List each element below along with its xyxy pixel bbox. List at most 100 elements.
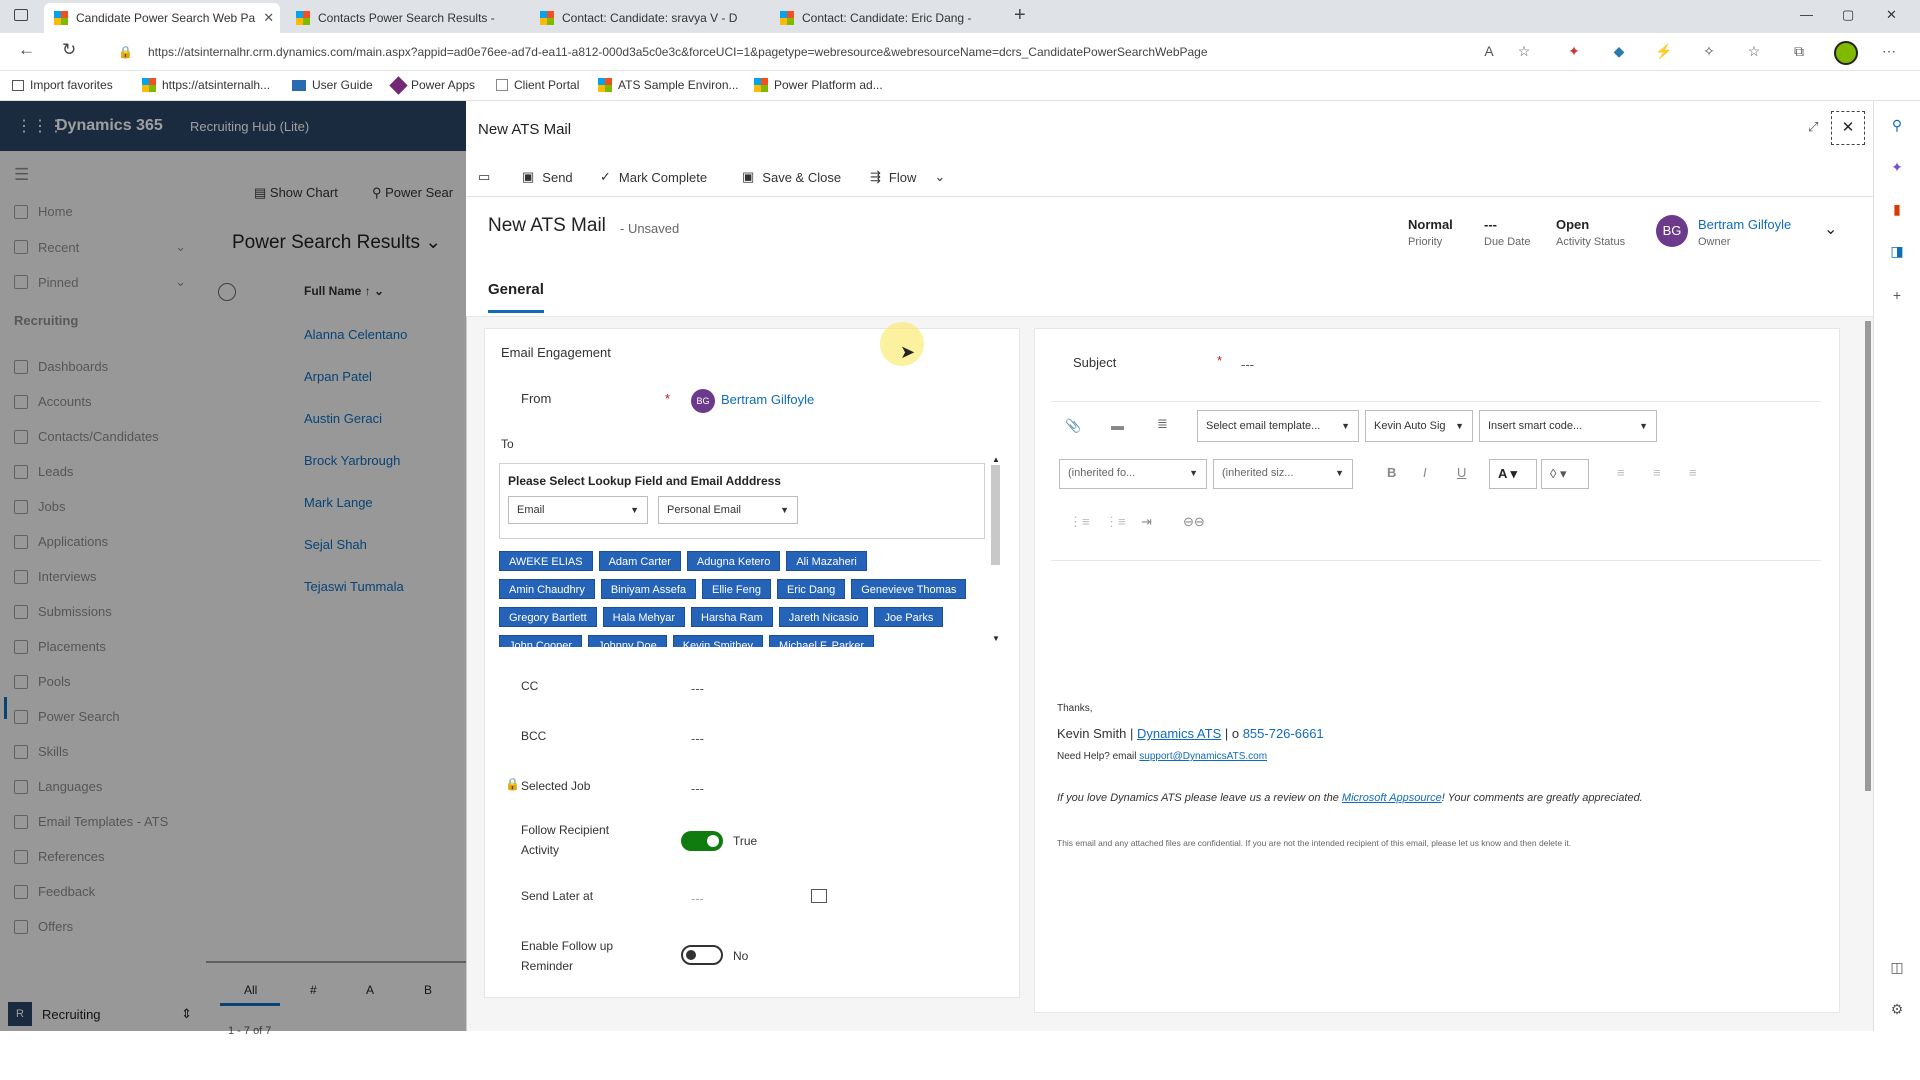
align-right-icon[interactable]: ≡ — [1689, 465, 1697, 480]
favorite-power-platform[interactable]: Power Platform ad... — [754, 78, 883, 92]
lookup-email-select[interactable]: Personal Email — [658, 496, 798, 524]
scroll-down-icon[interactable]: ▼ — [992, 634, 1000, 643]
outlook-icon[interactable]: ◨ — [1888, 243, 1906, 261]
tab-actions-icon[interactable] — [14, 9, 28, 21]
open-in-new-window-icon[interactable]: ⤢ — [1808, 119, 1818, 135]
highlight-color-button[interactable]: ◊ ▾ — [1541, 459, 1589, 489]
font-color-button[interactable]: A ▾ — [1489, 459, 1537, 489]
numbered-list-icon[interactable]: ⋮≡ — [1105, 514, 1126, 530]
recipient-chip[interactable]: Adam Carter — [598, 551, 681, 571]
recipient-chip[interactable]: Michael F. Parker — [769, 635, 875, 647]
follow-recipient-toggle[interactable] — [681, 831, 723, 851]
mark-complete-button[interactable]: ✓ Mark Complete — [600, 169, 707, 185]
smart-code-select[interactable]: Insert smart code... — [1479, 410, 1657, 442]
enable-follow-up-toggle[interactable] — [681, 945, 723, 965]
font-size-select[interactable]: (inherited siz... — [1213, 459, 1353, 489]
office-icon[interactable]: ▮ — [1888, 201, 1906, 219]
copilot-icon[interactable]: ✦ — [1888, 159, 1906, 177]
recipient-chip[interactable]: Harsha Ram — [691, 607, 773, 627]
extension-bolt-icon[interactable]: ⚡ — [1655, 43, 1673, 61]
collections-icon[interactable]: ⧉ — [1790, 43, 1808, 61]
refresh-icon[interactable]: ↻ — [62, 40, 76, 60]
sidebar-toggle-icon[interactable]: ◫ — [1888, 959, 1906, 977]
send-later-value[interactable]: --- — [691, 891, 704, 906]
email-template-select[interactable]: Select email template... — [1197, 410, 1359, 442]
italic-button[interactable]: I — [1423, 465, 1427, 480]
align-center-icon[interactable]: ≡ — [1653, 465, 1661, 480]
email-body[interactable]: Thanks, Kevin Smith | Dynamics ATS | o 8… — [1057, 703, 1817, 848]
recipient-chip[interactable]: Ellie Feng — [702, 579, 771, 599]
recipient-chip[interactable]: Gregory Bartlett — [499, 607, 597, 627]
to-scrollbar[interactable] — [991, 465, 1000, 565]
tab-candidate-power-search[interactable]: Candidate Power Search Web Pa ✕ — [44, 3, 280, 33]
bold-button[interactable]: B — [1387, 465, 1396, 480]
link-icon[interactable]: ⊖⊖ — [1183, 514, 1205, 530]
recipient-chip[interactable]: AWEKE ELIAS — [499, 551, 593, 571]
favorite-user-guide[interactable]: User Guide — [292, 78, 373, 92]
underline-button[interactable]: U — [1457, 465, 1466, 480]
recipient-chip[interactable]: John Cooper — [499, 635, 582, 647]
signature-select[interactable]: Kevin Auto Sig — [1365, 410, 1473, 442]
new-tab-button[interactable]: + — [1014, 4, 1026, 27]
favorite-import[interactable]: Import favorites — [12, 78, 113, 92]
restore-button[interactable]: ▢ — [1842, 7, 1854, 23]
font-family-select[interactable]: (inherited fo... — [1059, 459, 1207, 489]
database-icon[interactable]: ≣ — [1157, 416, 1168, 432]
briefcase-icon[interactable]: ▬ — [1111, 418, 1124, 433]
search-icon[interactable]: ⚲ — [1888, 117, 1906, 135]
recipient-chip[interactable]: Jareth Nicasio — [778, 607, 869, 627]
send-button[interactable]: ▣ Send — [522, 169, 573, 185]
recipient-chip[interactable]: Adugna Ketero — [686, 551, 781, 571]
close-panel-button[interactable]: ✕ — [1831, 111, 1865, 145]
bullet-list-icon[interactable]: ⋮≡ — [1069, 514, 1090, 530]
flow-button[interactable]: ⇶ Flow ⌄ — [870, 169, 945, 185]
extensions-icon[interactable]: ✧ — [1700, 43, 1718, 61]
from-lookup-value[interactable]: Bertram Gilfoyle — [721, 392, 814, 407]
extension-icon[interactable]: ✦ — [1565, 43, 1583, 61]
back-icon[interactable]: ← — [18, 40, 35, 60]
indent-icon[interactable]: ⇥ — [1141, 514, 1152, 530]
attach-icon[interactable]: 📎 — [1065, 418, 1081, 434]
favorite-star-icon[interactable]: ☆ — [1515, 43, 1533, 61]
settings-gear-icon[interactable]: ⚙ — [1888, 1001, 1906, 1019]
sig-company-link[interactable]: Dynamics ATS — [1137, 726, 1221, 741]
profile-avatar[interactable] — [1834, 41, 1858, 65]
minimize-button[interactable]: — — [1800, 7, 1813, 22]
header-owner[interactable]: Bertram Gilfoyle Owner — [1698, 217, 1791, 248]
favorite-ats-sample[interactable]: ATS Sample Environ... — [598, 78, 739, 92]
subject-input[interactable]: --- — [1241, 357, 1254, 372]
scroll-up-icon[interactable]: ▲ — [992, 455, 1000, 464]
recipient-chip[interactable]: Ali Mazaheri — [786, 551, 867, 571]
close-tab-icon[interactable]: ✕ — [263, 10, 274, 26]
tab-general[interactable]: General — [488, 281, 544, 298]
recipient-chip[interactable]: Amin Chaudhry — [499, 579, 595, 599]
recipient-chip[interactable]: Joe Parks — [874, 607, 944, 627]
recipient-chip[interactable]: Biniyam Assefa — [600, 579, 697, 599]
align-left-icon[interactable]: ≡ — [1617, 465, 1625, 480]
recipient-chip[interactable]: Eric Dang — [776, 579, 846, 599]
tab-contact-eric-dang[interactable]: Contact: Candidate: Eric Dang - — [770, 3, 1010, 33]
save-close-button[interactable]: ▣ Save & Close — [742, 169, 841, 185]
body-scrollbar[interactable] — [1865, 321, 1871, 791]
extension-icon[interactable]: ◆ — [1610, 43, 1628, 61]
cc-value[interactable]: --- — [691, 681, 704, 696]
form-switch-icon[interactable]: ▭ — [478, 169, 490, 185]
appsource-link[interactable]: Microsoft Appsource — [1342, 792, 1442, 804]
read-aloud-icon[interactable]: A — [1480, 43, 1498, 61]
recipient-chip[interactable]: Johnny Doe — [588, 635, 667, 647]
recipient-chip[interactable]: Kevin Smithey — [672, 635, 764, 647]
header-expand-chevron-icon[interactable]: ⌄ — [1824, 219, 1837, 239]
owner-name[interactable]: Bertram Gilfoyle — [1698, 217, 1791, 232]
sig-phone[interactable]: 855-726-6661 — [1243, 726, 1324, 741]
calendar-icon[interactable] — [811, 889, 827, 903]
favorite-power-apps[interactable]: Power Apps — [389, 75, 475, 95]
add-icon[interactable]: + — [1888, 287, 1906, 305]
bcc-value[interactable]: --- — [691, 731, 704, 746]
tab-contact-sravya[interactable]: Contact: Candidate: sravya V - D — [530, 3, 770, 33]
favorite-client-portal[interactable]: Client Portal — [496, 78, 579, 92]
favorites-icon[interactable]: ☆ — [1745, 43, 1763, 61]
address-bar[interactable]: 🔒 https://atsinternalhr.crm.dynamics.com… — [108, 38, 1468, 66]
recipient-chip[interactable]: Hala Mehyar — [602, 607, 685, 627]
more-menu-icon[interactable]: ⋯ — [1880, 43, 1898, 61]
recipient-chip[interactable]: Genevieve Thomas — [851, 579, 967, 599]
